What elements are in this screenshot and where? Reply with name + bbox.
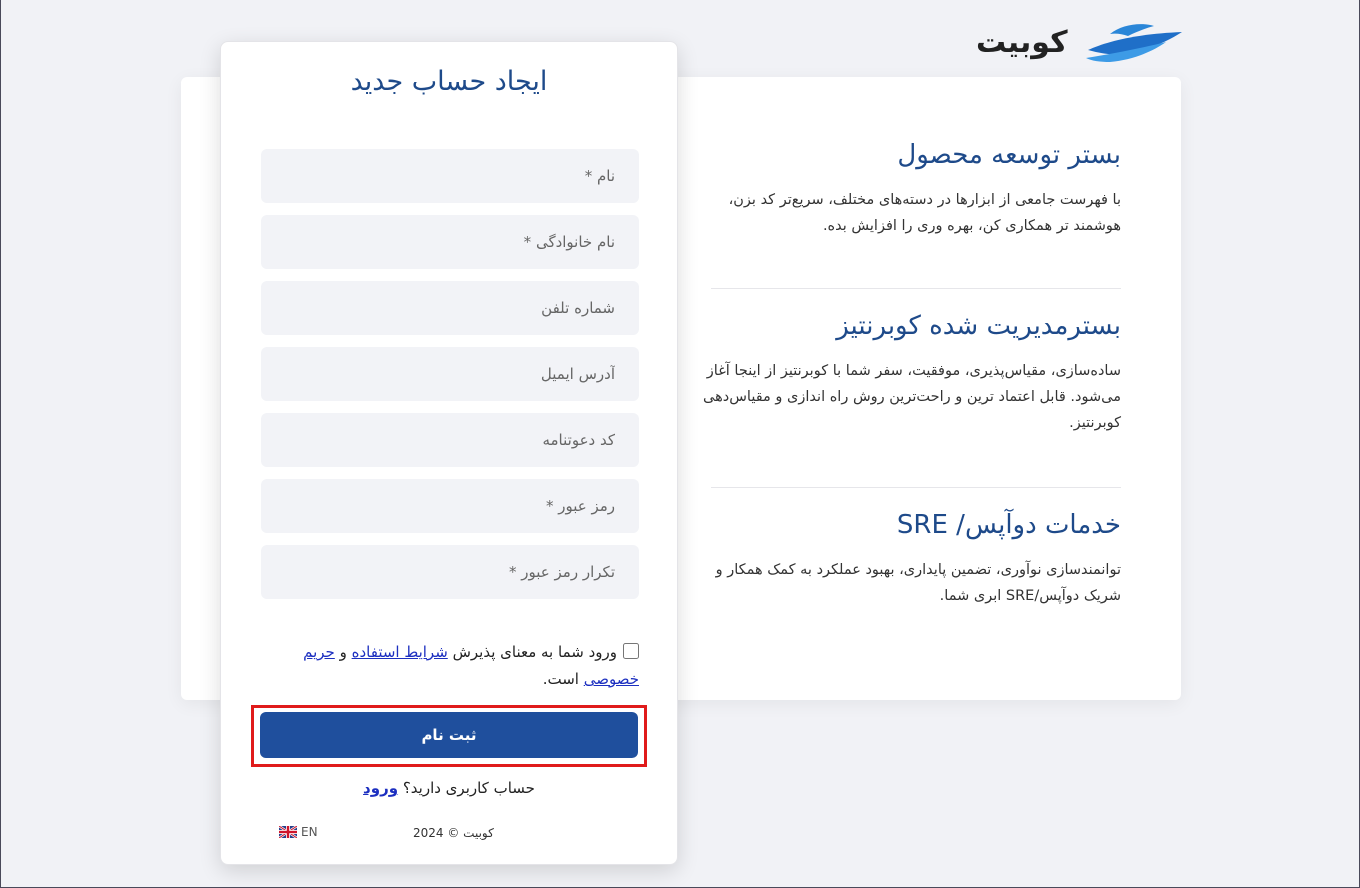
login-link[interactable]: ورود	[363, 779, 398, 797]
uk-flag-icon	[279, 826, 297, 838]
feature-title: بستر توسعه محصول	[897, 140, 1121, 170]
password-repeat-input[interactable]	[261, 545, 639, 599]
terms-suffix: است.	[542, 670, 579, 688]
brand-name: کوبیت	[976, 24, 1068, 60]
feature-product-dev: بستر توسعه محصول با فهرست جامعی از ابزار…	[691, 137, 1121, 239]
brand-logo[interactable]: کوبیت	[976, 18, 1186, 66]
boat-logo-icon	[1085, 24, 1182, 62]
copyright-text: کوبیت © 2024	[413, 826, 494, 840]
terms-prefix: ورود شما به معنای پذیرش	[452, 643, 617, 661]
feature-title: بسترمدیریت شده کوبرنتیز	[836, 311, 1121, 341]
terms-of-use-link[interactable]: شرایط استفاده	[352, 643, 448, 661]
password-input[interactable]	[261, 479, 639, 533]
terms-and: و	[339, 643, 347, 661]
terms-agreement: ورود شما به معنای پذیرش شرایط استفاده و …	[261, 639, 639, 693]
login-prompt: حساب کاربری دارید؟ ورود	[221, 779, 677, 797]
signup-form-card: ایجاد حساب جدید ورود شما به معنای پذیرش …	[220, 41, 678, 865]
feature-desc: ساده‌سازی، مقیاس‌پذیری، موفقیت، سفر شما …	[703, 363, 1121, 431]
terms-checkbox[interactable]	[623, 643, 639, 659]
feature-title: خدمات دوآپس/ SRE	[896, 510, 1121, 540]
form-footer: EN کوبیت © 2024	[221, 822, 677, 842]
have-account-text: حساب کاربری دارید؟	[402, 779, 535, 797]
section-divider	[711, 288, 1121, 289]
feature-desc: با فهرست جامعی از ابزارها در دسته‌های مخ…	[728, 192, 1121, 234]
first-name-input[interactable]	[261, 149, 639, 203]
language-switcher[interactable]: EN	[279, 825, 318, 839]
section-divider	[711, 487, 1121, 488]
feature-devops: خدمات دوآپس/ SRE توانمندسازی نوآوری، تضم…	[691, 507, 1121, 609]
signup-button[interactable]: ثبت نام	[260, 712, 638, 758]
last-name-input[interactable]	[261, 215, 639, 269]
form-title: ایجاد حساب جدید	[350, 66, 548, 97]
invite-code-input[interactable]	[261, 413, 639, 467]
phone-input[interactable]	[261, 281, 639, 335]
language-label: EN	[301, 825, 318, 839]
feature-desc: توانمندسازی نوآوری، تضمین پایداری، بهبود…	[715, 562, 1121, 604]
feature-kubernetes: بسترمدیریت شده کوبرنتیز ساده‌سازی، مقیاس…	[691, 308, 1121, 436]
email-input[interactable]	[261, 347, 639, 401]
